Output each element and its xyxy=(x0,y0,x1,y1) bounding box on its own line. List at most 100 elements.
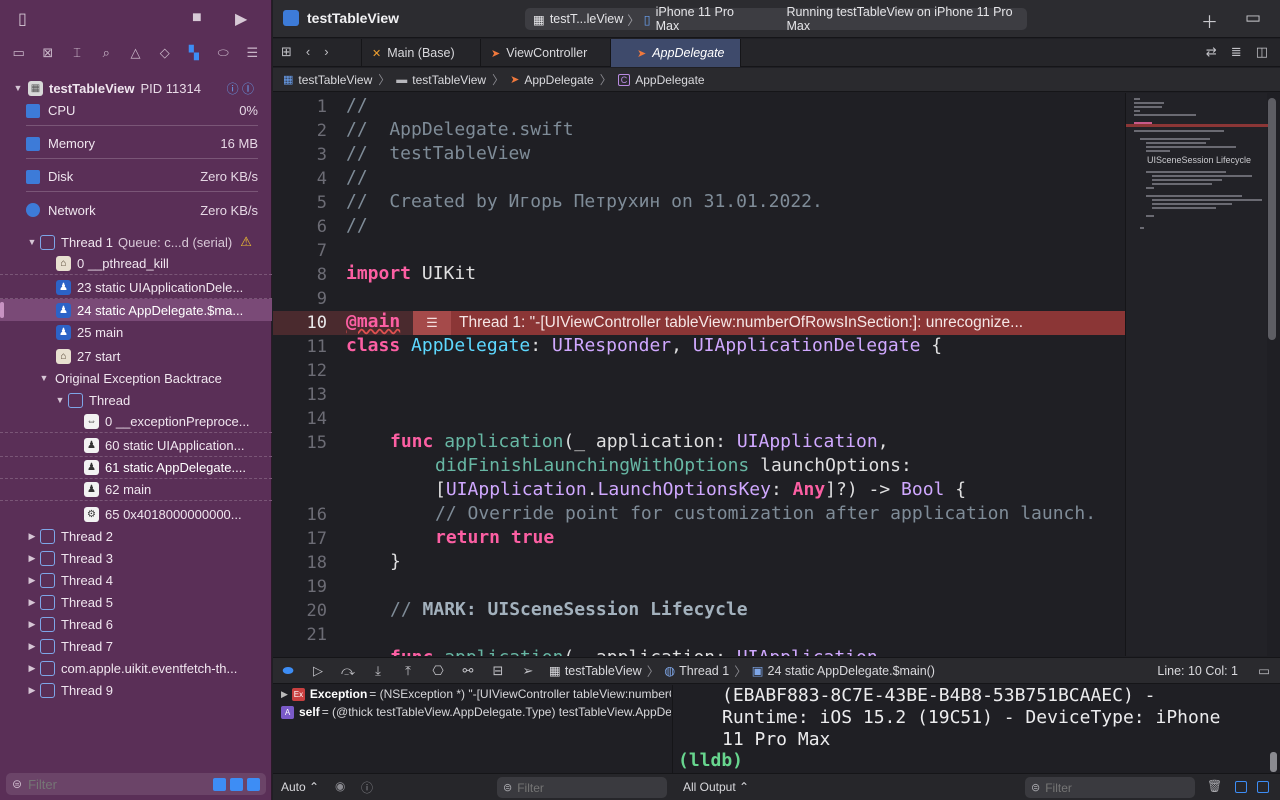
thread-row[interactable]: ▶ Thread 5 xyxy=(0,591,272,613)
show-console-icon[interactable] xyxy=(1257,781,1269,793)
gauge-disk[interactable]: Disk Zero KB/s xyxy=(26,162,258,192)
variables-filter-input[interactable] xyxy=(517,780,638,795)
step-over-icon[interactable]: ⤼ xyxy=(333,663,363,679)
scheme-selector[interactable]: testT...leView xyxy=(550,12,623,26)
console-output[interactable]: (EBABF883-8C7E-43BE-B4B8-53B751BCAAEC) -… xyxy=(674,685,1280,773)
disclosure-closed-icon[interactable]: ▶ xyxy=(26,531,38,542)
tab-appdelegate[interactable]: ➤ AppDelegate xyxy=(611,39,741,67)
related-items-icon[interactable]: ⇄ xyxy=(1206,44,1217,60)
activity-view[interactable]: ▦ testT...leView 〉 ▯ iPhone 11 Pro Max R… xyxy=(525,5,1027,33)
source-control-icon[interactable]: ⊠ xyxy=(39,45,57,61)
warning-icon[interactable]: △ xyxy=(126,45,144,61)
crumb-frame[interactable]: 24 static AppDelegate.$main() xyxy=(768,664,935,678)
stack-frame-row-selected[interactable]: ♟ 24 static AppDelegate.$ma... xyxy=(0,299,272,321)
report-icon[interactable]: ☰ xyxy=(243,45,261,61)
forward-icon[interactable]: › xyxy=(324,44,328,60)
stack-frame-row[interactable]: ⇔ 0 __exceptionPreproce... xyxy=(0,411,272,433)
console-scrollbar[interactable] xyxy=(1270,752,1277,772)
jumpbar-symbol[interactable]: AppDelegate xyxy=(635,73,704,87)
destination-selector[interactable]: iPhone 11 Pro Max xyxy=(656,5,753,33)
thread-row[interactable]: ▶ Thread 4 xyxy=(0,569,272,591)
variable-row[interactable]: ▶ Ex Exception = (NSException *) "-[UIVi… xyxy=(281,685,671,703)
backtrace-thread-row[interactable]: ▼ Thread xyxy=(0,389,272,411)
crumb-process[interactable]: testTableView xyxy=(565,664,642,678)
process-options-icon[interactable]: ⓘ Ⓘ xyxy=(227,80,254,97)
stack-frame-row[interactable]: ⌂ 0 __pthread_kill xyxy=(0,253,272,275)
gauge-memory[interactable]: Memory 16 MB xyxy=(26,129,258,159)
disclosure-open-icon[interactable]: ▼ xyxy=(26,237,38,247)
editor-options-icon[interactable]: ≣ xyxy=(1231,44,1242,60)
search-icon[interactable]: ⌕ xyxy=(97,45,115,61)
filter-user-icon[interactable] xyxy=(247,777,260,791)
crumb-thread[interactable]: Thread 1 xyxy=(679,664,729,678)
disclosure-closed-icon[interactable]: ▶ xyxy=(26,685,38,696)
continue-icon[interactable]: ▷ xyxy=(303,663,333,679)
breakpoints-toggle-icon[interactable]: ⬬ xyxy=(273,663,303,679)
thread-row[interactable]: ▶ Thread 6 xyxy=(0,613,272,635)
lldb-prompt[interactable]: (lldb) xyxy=(678,750,743,771)
test-icon[interactable]: ◇ xyxy=(156,45,174,61)
thread-1-row[interactable]: ▼ Thread 1 Queue: c...d (serial) ⚠ xyxy=(0,231,272,253)
grid-icon[interactable]: ⊞ xyxy=(281,44,292,60)
disclosure-open-icon[interactable]: ▼ xyxy=(38,373,50,383)
thread-row[interactable]: ▶ Thread 2 xyxy=(0,525,272,547)
console-filter-input[interactable] xyxy=(1045,780,1166,795)
source-editor[interactable]: ☰ Thread 1: "-[UIViewController tableVie… xyxy=(273,93,1125,656)
disclosure-closed-icon[interactable]: ▶ xyxy=(26,575,38,586)
view-hierarchy-icon[interactable]: ⎔ xyxy=(423,663,453,679)
jumpbar-project[interactable]: testTableView xyxy=(298,73,372,87)
info-icon[interactable]: ⓘ xyxy=(361,779,373,796)
disclosure-closed-icon[interactable]: ▶ xyxy=(26,597,38,608)
gauge-cpu[interactable]: CPU 0% xyxy=(26,96,258,126)
filter-frames-icon[interactable] xyxy=(230,777,243,791)
stack-frame-row[interactable]: ⚙ 65 0x4018000000000... xyxy=(0,503,272,525)
thread-row[interactable]: ▶ Thread 7 xyxy=(0,635,272,657)
step-out-icon[interactable]: ⤒ xyxy=(393,663,423,679)
breakpoint-icon[interactable]: ⬭ xyxy=(214,45,232,61)
filter-crashed-threads-icon[interactable] xyxy=(213,777,226,791)
stack-frame-row[interactable]: ♟ 60 static UIApplication... xyxy=(0,435,272,457)
memory-graph-icon[interactable]: ⚯ xyxy=(453,663,483,679)
error-menu-icon[interactable]: ☰ xyxy=(413,311,451,335)
hierarchy-icon[interactable]: ⌶ xyxy=(68,45,86,61)
run-icon[interactable]: ▶ xyxy=(235,9,247,29)
stack-frame-row[interactable]: ♟ 25 main xyxy=(0,321,272,343)
location-icon[interactable]: ➢ xyxy=(513,663,543,679)
inspector-toggle-icon[interactable]: ▭ xyxy=(1245,8,1261,28)
hide-debug-area-icon[interactable]: ▭ xyxy=(1258,663,1270,678)
jumpbar-folder[interactable]: testTableView xyxy=(412,73,486,87)
tab-viewcontroller[interactable]: ➤ ViewController xyxy=(481,39,611,67)
stack-frame-row[interactable]: ⌂ 27 start xyxy=(0,345,272,367)
exception-backtrace-row[interactable]: ▼ Original Exception Backtrace xyxy=(0,367,272,389)
back-icon[interactable]: ‹ xyxy=(306,44,310,60)
stack-frame-row[interactable]: ♟ 61 static AppDelegate.... xyxy=(0,457,272,479)
minimap[interactable]: UISceneSession Lifecycle xyxy=(1125,93,1268,656)
stack-frame-row[interactable]: ♟ 23 static UIApplicationDele... xyxy=(0,277,272,299)
add-icon[interactable]: ＋ xyxy=(1201,8,1218,33)
editor-scrollbar[interactable] xyxy=(1268,98,1276,340)
gauge-network[interactable]: Network Zero KB/s xyxy=(26,195,258,225)
show-variables-icon[interactable] xyxy=(1235,781,1247,793)
step-into-icon[interactable]: ⤓ xyxy=(363,663,393,679)
thread-row[interactable]: ▶ Thread 3 xyxy=(0,547,272,569)
jumpbar-file[interactable]: AppDelegate xyxy=(524,73,593,87)
disclosure-closed-icon[interactable]: ▶ xyxy=(281,689,288,700)
thread-row[interactable]: ▶ com.apple.uikit.eventfetch-th... xyxy=(0,657,272,679)
error-annotation[interactable]: ☰ Thread 1: "-[UIViewController tableVie… xyxy=(413,311,1125,335)
disclosure-open-icon[interactable]: ▼ xyxy=(54,395,66,405)
variable-row[interactable]: A self = (@thick testTableView.AppDelega… xyxy=(281,703,671,721)
disclosure-closed-icon[interactable]: ▶ xyxy=(26,663,38,674)
eye-icon[interactable]: ◉ xyxy=(335,779,345,793)
disclosure-closed-icon[interactable]: ▶ xyxy=(26,641,38,652)
disclosure-closed-icon[interactable]: ▶ xyxy=(26,619,38,630)
split-editor-icon[interactable]: ◫ xyxy=(1256,44,1268,60)
console-output-selector[interactable]: All Output ⌃ xyxy=(683,780,749,794)
variables-scope-selector[interactable]: Auto ⌃ xyxy=(281,780,319,794)
navigator-filter-input[interactable] xyxy=(28,776,189,792)
disclosure-open-icon[interactable]: ▼ xyxy=(12,83,24,93)
debug-icon[interactable]: ▚ xyxy=(185,45,203,61)
folder-icon[interactable]: ▭ xyxy=(10,45,28,61)
tab-main-base[interactable]: ✕ Main (Base) xyxy=(361,39,481,67)
trash-icon[interactable]: 🗑 xyxy=(1207,779,1222,793)
environment-icon[interactable]: ⊟ xyxy=(483,663,513,679)
